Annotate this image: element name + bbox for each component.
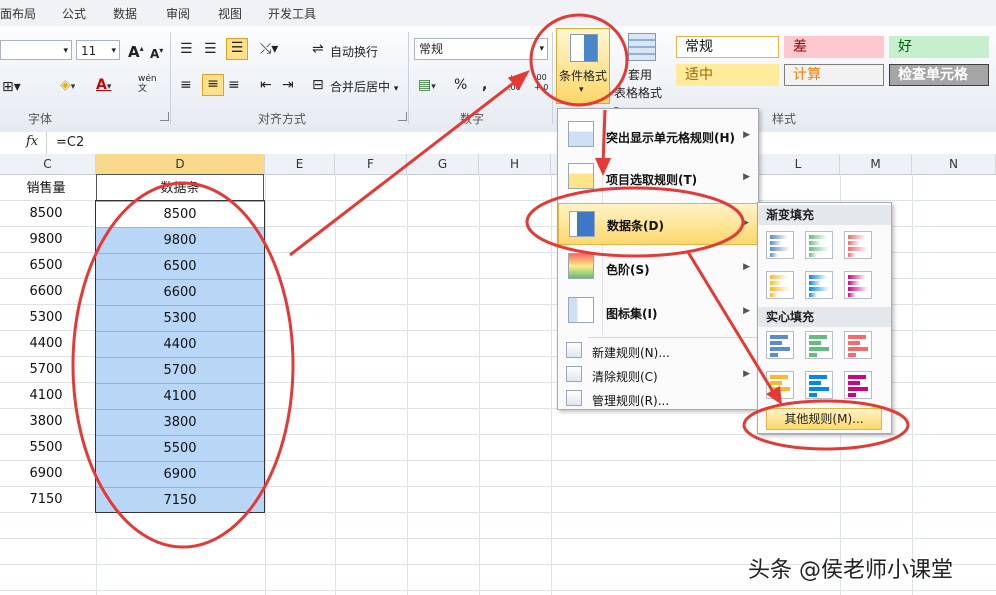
annotation-circle-button bbox=[529, 13, 629, 107]
annotation-circle-cells bbox=[71, 181, 295, 549]
annotation-arrow-3 bbox=[686, 251, 777, 396]
watermark: 头条 @侯老师小课堂 bbox=[748, 558, 953, 583]
annotation-arrow-1 bbox=[289, 76, 521, 257]
annotation-overlay bbox=[71, 13, 910, 549]
annotation-circle-more-rules bbox=[742, 399, 910, 451]
annotation-arrow-2 bbox=[601, 109, 607, 166]
annotation-circle-databars bbox=[525, 186, 745, 258]
